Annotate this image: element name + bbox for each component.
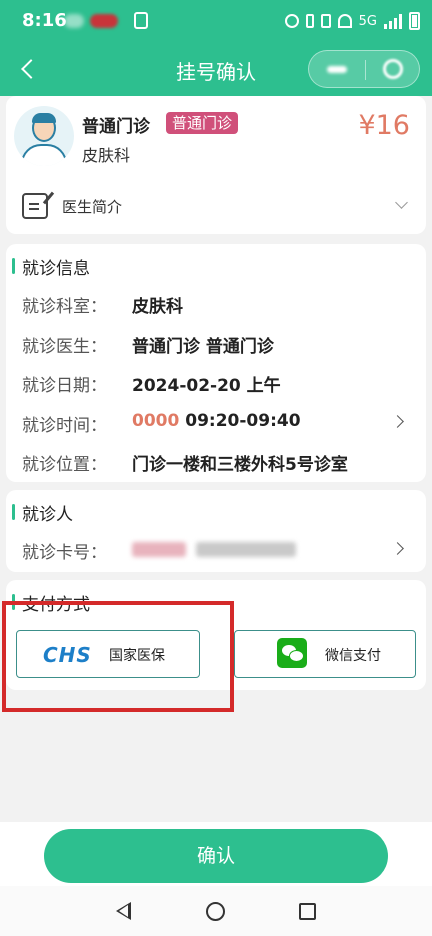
pay-option-label: 微信支付 bbox=[325, 648, 381, 664]
row-label: 就诊科室： bbox=[22, 297, 107, 317]
alarm-icon bbox=[284, 14, 299, 28]
doctor-intro-label: 医生简介 bbox=[62, 198, 123, 216]
confirm-button[interactable]: 确认 bbox=[44, 829, 388, 883]
vibrate-icon bbox=[320, 14, 331, 28]
row-value: 皮肤科 bbox=[132, 297, 183, 317]
notification-app-icon bbox=[90, 14, 118, 28]
bottom-action-bar: 确认 bbox=[0, 822, 432, 886]
annotation-highlight-box bbox=[2, 601, 234, 712]
wifi-icon bbox=[337, 14, 352, 28]
chevron-right-icon bbox=[391, 542, 404, 555]
doctor-intro-toggle[interactable]: 医生简介 bbox=[6, 184, 426, 228]
doctor-card: 普通门诊 普通门诊 皮肤科 ¥16 医生简介 bbox=[6, 96, 426, 234]
top-header-area: 8:16 5G 挂号确认 bbox=[0, 0, 432, 96]
notification-icon bbox=[64, 14, 84, 28]
visit-row-date: 就诊日期： 2024-02-20 上午 bbox=[22, 371, 412, 396]
visit-row-location: 就诊位置： 门诊一楼和三楼外科5号诊室 bbox=[22, 450, 412, 475]
time-slot-number: 0000 bbox=[132, 411, 180, 431]
nav-back-icon[interactable] bbox=[116, 902, 131, 920]
row-label: 就诊位置： bbox=[22, 455, 107, 475]
status-icons: 5G bbox=[284, 12, 420, 30]
row-value: 普通门诊 普通门诊 bbox=[132, 337, 274, 357]
patient-card-row[interactable]: 就诊卡号： bbox=[22, 538, 412, 563]
time-slot-range: 09:20-09:40 bbox=[185, 411, 301, 431]
nav-recent-apps-icon[interactable] bbox=[299, 903, 316, 920]
row-label: 就诊医生： bbox=[22, 337, 107, 357]
section-title-patient: 就诊人 bbox=[12, 500, 73, 525]
mini-program-capsule[interactable] bbox=[308, 50, 420, 88]
more-menu-icon[interactable] bbox=[327, 66, 347, 73]
battery-icon bbox=[409, 12, 420, 30]
visit-row-time[interactable]: 就诊时间： 0000 09:20-09:40 bbox=[22, 411, 412, 436]
chevron-down-icon bbox=[395, 196, 408, 209]
row-value: 2024-02-20 上午 bbox=[132, 376, 281, 396]
close-circle-icon[interactable] bbox=[383, 59, 403, 79]
bluetooth-icon bbox=[305, 14, 314, 28]
visit-info-card: 就诊信息 就诊科室： 皮肤科 就诊医生： 普通门诊 普通门诊 就诊日期： 202… bbox=[6, 244, 426, 482]
wechat-pay-icon bbox=[277, 638, 307, 668]
visit-row-department: 就诊科室： 皮肤科 bbox=[22, 292, 412, 317]
section-title-visit-info: 就诊信息 bbox=[12, 254, 90, 279]
row-value: 门诊一楼和三楼外科5号诊室 bbox=[132, 455, 348, 475]
visit-row-doctor: 就诊医生： 普通门诊 普通门诊 bbox=[22, 332, 412, 357]
status-time: 8:16 bbox=[22, 10, 67, 31]
redacted-card-number bbox=[132, 542, 296, 557]
network-type-label: 5G bbox=[358, 13, 377, 29]
system-nav-bar bbox=[0, 886, 432, 936]
nfc-icon bbox=[134, 12, 148, 29]
row-label: 就诊卡号： bbox=[22, 543, 107, 563]
doctor-avatar bbox=[14, 106, 74, 166]
signal-icon bbox=[384, 13, 402, 29]
row-label: 就诊日期： bbox=[22, 376, 107, 396]
chevron-right-icon bbox=[391, 415, 404, 428]
registration-price: ¥16 bbox=[358, 110, 410, 141]
pay-option-wechat[interactable]: 微信支付 bbox=[234, 630, 416, 678]
row-label: 就诊时间： bbox=[22, 416, 107, 436]
patient-card: 就诊人 就诊卡号： bbox=[6, 490, 426, 572]
doctor-department: 皮肤科 bbox=[82, 146, 131, 165]
status-bar: 8:16 5G bbox=[0, 0, 432, 42]
doctor-name: 普通门诊 bbox=[82, 117, 150, 137]
row-value: 0000 09:20-09:40 bbox=[132, 411, 301, 431]
capsule-divider bbox=[365, 60, 366, 80]
nav-home-icon[interactable] bbox=[206, 902, 225, 921]
edit-note-icon bbox=[22, 193, 48, 219]
title-bar: 挂号确认 bbox=[0, 42, 432, 96]
doctor-title-badge: 普通门诊 bbox=[166, 112, 239, 134]
